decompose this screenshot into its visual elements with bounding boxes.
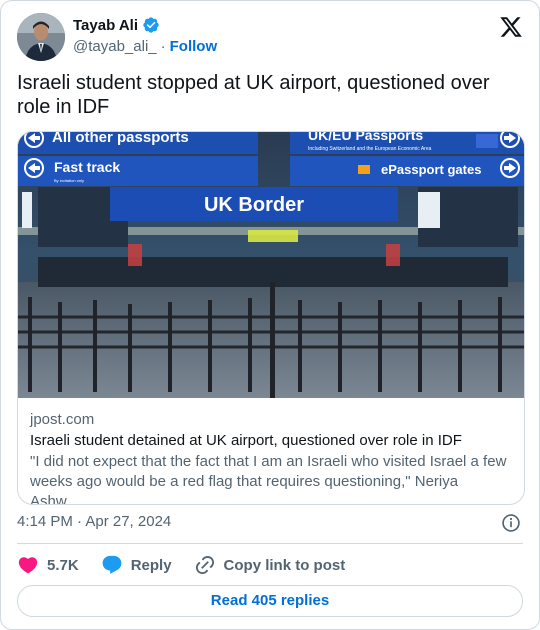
display-name[interactable]: Tayab Ali [73, 17, 138, 34]
sign-uk-eu-sub: Including Switzerland and the European E… [308, 146, 432, 152]
sign-fast-track: Fast track [54, 159, 120, 175]
reply-bubble-icon [102, 555, 122, 574]
verified-badge-icon [143, 17, 159, 33]
sign-uk-eu: UK/EU Passports [308, 132, 423, 143]
tweet-embed: Tayab Ali @tayab_ali_ · Follow Israeli s… [0, 0, 540, 630]
reply-button[interactable]: Reply [101, 554, 172, 576]
info-icon[interactable] [501, 513, 521, 533]
card-description: "I did not expect that the fact that I a… [30, 453, 507, 505]
divider [17, 543, 523, 544]
card-title: Israeli student detained at UK airport, … [30, 432, 462, 449]
x-logo-icon[interactable] [499, 15, 523, 39]
handle-row: @tayab_ali_ · Follow [73, 38, 217, 55]
heart-icon [18, 557, 38, 574]
sign-epassport: ePassport gates [381, 162, 481, 177]
name-row: Tayab Ali [73, 16, 160, 34]
card-meta: jpost.com Israeli student detained at UK… [30, 410, 512, 505]
read-replies-button[interactable]: Read 405 replies [17, 585, 523, 617]
handle[interactable]: @tayab_ali_ [73, 38, 157, 55]
like-count: 5.7K [47, 556, 79, 574]
avatar[interactable] [17, 13, 65, 61]
separator-dot: · [160, 38, 166, 55]
action-bar: 5.7K Reply Copy link to post [17, 553, 367, 577]
copy-link-button[interactable]: Copy link to post [194, 554, 346, 576]
tweet-text: Israeli student stopped at UK airport, q… [17, 72, 490, 118]
link-card[interactable]: All other passports Fast track By invita… [17, 131, 525, 505]
card-image: All other passports Fast track By invita… [18, 132, 524, 398]
sign-uk-border: UK Border [204, 194, 304, 216]
timestamp[interactable]: 4:14 PM · Apr 27, 2024 [17, 513, 171, 530]
follow-link[interactable]: Follow [170, 38, 218, 55]
copy-link-label: Copy link to post [223, 556, 346, 574]
card-domain: jpost.com [30, 411, 95, 428]
link-icon [195, 555, 214, 575]
sign-all-other: All other passports [52, 132, 189, 146]
like-button[interactable]: 5.7K [17, 554, 79, 576]
reply-label: Reply [130, 556, 172, 574]
sign-fast-track-sub: By invitation only [54, 178, 84, 183]
tweet-header: Tayab Ali @tayab_ali_ · Follow [17, 13, 523, 61]
